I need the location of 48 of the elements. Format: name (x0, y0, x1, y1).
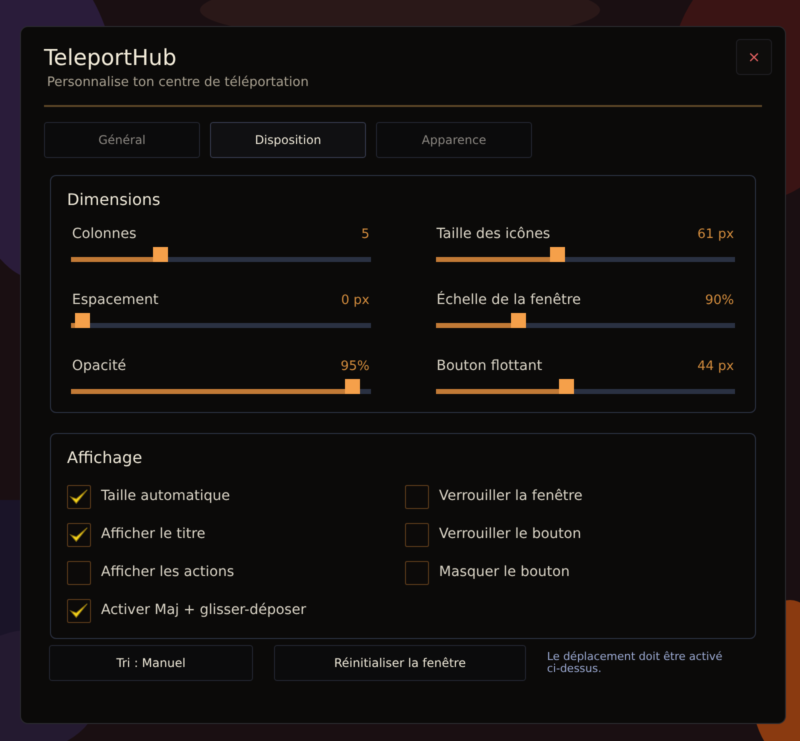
close-button[interactable]: × (736, 39, 772, 75)
slider-thumb[interactable] (550, 246, 566, 262)
checkbox-label: Verrouiller le bouton (439, 525, 582, 544)
footer-button[interactable]: Tri : Manuel (49, 644, 253, 680)
slider-track[interactable] (71, 256, 370, 262)
slider-label: Opacité (72, 356, 126, 376)
slider-track[interactable] (436, 322, 735, 328)
window-subtitle: Personnalise ton centre de téléportation (47, 74, 309, 92)
slider-label: Taille des icônes (436, 224, 550, 244)
slider-value: 44 px (697, 358, 734, 376)
checkbox[interactable] (67, 560, 91, 584)
checkbox[interactable] (405, 522, 429, 546)
hint-text: Le déplacement doit être activé ci-dessus. (547, 650, 724, 674)
checkbox-label: Taille automatique (101, 487, 230, 506)
slider-value: 0 px (341, 292, 370, 310)
slider-value: 61 px (697, 226, 734, 244)
footer-button[interactable]: Réinitialiser la fenêtre (274, 644, 526, 680)
slider-value: 90% (705, 292, 734, 310)
checkbox-label: Afficher les actions (101, 563, 234, 582)
slider-track[interactable] (436, 256, 735, 262)
slider-track[interactable] (436, 388, 735, 394)
checkbox[interactable] (405, 560, 429, 584)
slider-thumb[interactable] (152, 246, 168, 262)
section-title: Affichage (67, 446, 144, 468)
slider-label: Espacement (72, 290, 159, 310)
window-title: TeleportHub (44, 45, 178, 73)
checkbox-label: Activer Maj + glisser-déposer (101, 601, 306, 620)
slider-thumb[interactable] (559, 378, 574, 394)
checkbox[interactable] (405, 484, 429, 508)
slider-label: Bouton flottant (436, 356, 542, 376)
tab[interactable]: Disposition (210, 122, 366, 158)
slider-value: 95% (340, 358, 370, 376)
tab[interactable]: Apparence (376, 122, 532, 158)
checkbox[interactable] (67, 484, 91, 508)
checkbox-label: Verrouiller la fenêtre (439, 487, 582, 506)
slider-value: 5 (361, 226, 370, 244)
checkbox-label: Masquer le bouton (439, 563, 570, 582)
slider-label: Colonnes (72, 224, 136, 244)
checkbox-label: Afficher le titre (101, 525, 206, 544)
slider-thumb[interactable] (74, 312, 90, 328)
slider-thumb[interactable] (511, 312, 526, 328)
slider-label: Échelle de la fenêtre (436, 290, 581, 310)
tab[interactable]: Général (44, 122, 200, 158)
slider-track[interactable] (71, 322, 370, 328)
checkbox[interactable] (67, 522, 91, 546)
section-title: Dimensions (67, 188, 162, 210)
slider-thumb[interactable] (344, 378, 360, 394)
checkbox[interactable] (67, 598, 91, 622)
